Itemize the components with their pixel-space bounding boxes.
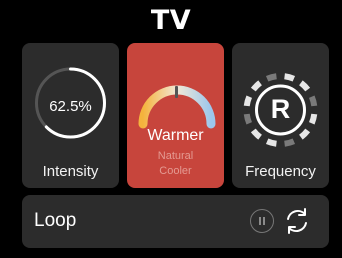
frequency-tile[interactable]: R Frequency (232, 43, 329, 188)
pause-icon[interactable] (250, 209, 274, 233)
frequency-segment (284, 138, 296, 147)
pause-bar (263, 217, 265, 225)
temperature-current: Warmer (147, 127, 204, 144)
frequency-letter: R (270, 94, 291, 124)
pause-bar (259, 217, 261, 225)
temperature-marker (175, 86, 178, 98)
intensity-value: 62.5% (49, 98, 92, 115)
intensity-label: Intensity (42, 163, 99, 180)
frequency-segment (265, 138, 277, 147)
frequency-segment (299, 128, 311, 140)
loop-bar[interactable]: Loop (22, 195, 329, 248)
frequency-segment (299, 80, 311, 92)
temperature-tile[interactable]: Warmer Natural Cooler (127, 43, 224, 188)
frequency-segment (250, 80, 262, 92)
frequency-segment (250, 128, 262, 140)
frequency-segment (265, 73, 277, 82)
page-title: TV (150, 5, 192, 36)
repeat-icon[interactable] (282, 206, 312, 236)
frequency-segment (284, 73, 296, 82)
temperature-option[interactable]: Cooler (127, 165, 224, 177)
loop-label: Loop (34, 210, 77, 231)
temperature-option[interactable]: Natural (127, 150, 224, 162)
intensity-tile[interactable]: 62.5% Intensity (22, 43, 119, 188)
frequency-label: Frequency (245, 163, 316, 180)
